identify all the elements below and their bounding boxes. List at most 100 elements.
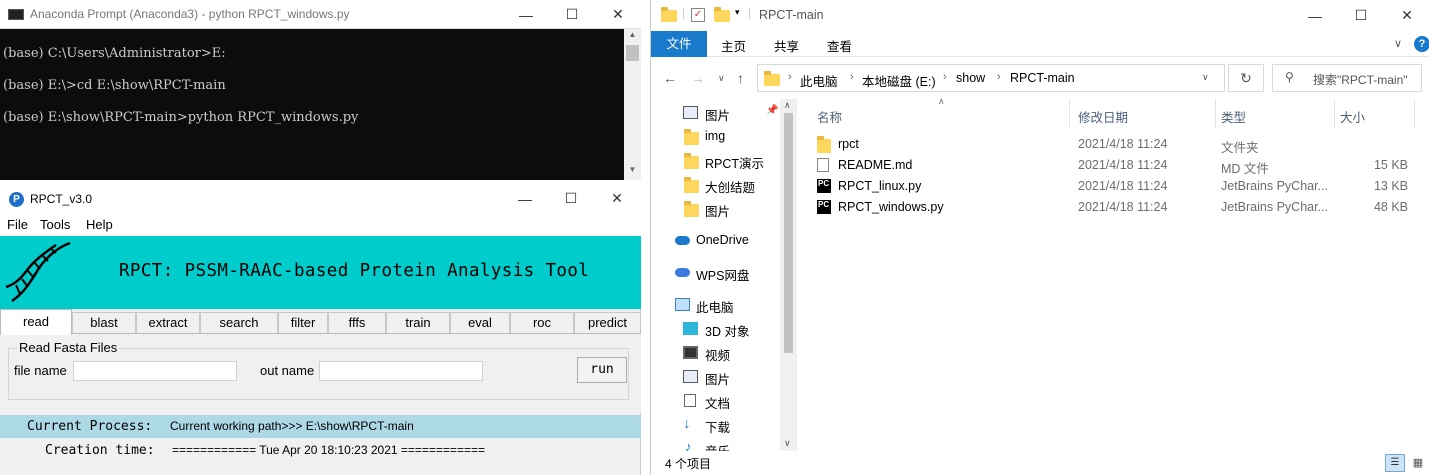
downloads-icon: ↓ (683, 415, 691, 432)
nav-item-img[interactable]: img (651, 126, 781, 148)
tab-eval[interactable]: eval (450, 312, 510, 334)
up-icon[interactable]: ↑ (737, 70, 744, 86)
minimize-button[interactable]: — (1292, 1, 1338, 30)
refresh-button[interactable]: ↻ (1228, 64, 1264, 92)
close-button[interactable]: ✕ (1384, 1, 1429, 30)
file-row[interactable]: PC RPCT_linux.py 2021/4/18 11:24 JetBrai… (817, 176, 1417, 197)
recent-locations-icon[interactable]: ∨ (718, 73, 725, 84)
pictures-icon (683, 370, 698, 383)
search-box[interactable]: ⚲ 搜索"RPCT-main" (1272, 64, 1422, 92)
tab-extract[interactable]: extract (136, 312, 200, 334)
nav-item-pictures-folder[interactable]: 图片 (651, 198, 781, 220)
nav-item-music[interactable]: ♪ 音乐 (651, 438, 781, 451)
rpct-titlebar[interactable]: P RPCT_v3.0 — ☐ ✕ (0, 184, 641, 214)
address-dropdown-icon[interactable]: ∨ (1202, 72, 1209, 83)
file-row[interactable]: README.md 2021/4/18 11:24 MD 文件 15 KB (817, 155, 1417, 176)
nav-item-3d-objects[interactable]: 3D 对象 (651, 318, 781, 340)
scroll-up-icon[interactable]: ▲ (624, 30, 641, 44)
tab-fffs[interactable]: fffs (328, 312, 386, 334)
nav-item-documents[interactable]: 文档 (651, 390, 781, 412)
nav-item-videos[interactable]: 视频 (651, 342, 781, 364)
nav-item-this-pc[interactable]: 此电脑 (651, 294, 781, 316)
folder-icon (661, 7, 677, 22)
scroll-up-icon[interactable]: ∧ (784, 100, 791, 111)
ribbon-tab-view[interactable]: 查看 (827, 36, 852, 55)
column-header-name[interactable]: 名称 (817, 107, 842, 126)
back-icon[interactable]: ← (663, 70, 677, 86)
tab-read[interactable]: read (0, 309, 72, 335)
console-titlebar[interactable]: Anaconda Prompt (Anaconda3) - python RPC… (0, 0, 641, 29)
menu-file[interactable]: File (7, 217, 28, 232)
nav-item-onedrive[interactable]: OneDrive (651, 230, 781, 252)
scroll-down-icon[interactable]: ▼ (624, 165, 641, 179)
console-scrollbar[interactable]: ▲ ▼ (624, 29, 641, 180)
tab-train[interactable]: train (386, 312, 450, 334)
file-name-input[interactable] (73, 361, 237, 381)
file-name: README.md (838, 158, 913, 172)
minimize-button[interactable]: — (503, 0, 549, 29)
breadcrumb-rpct-main[interactable]: RPCT-main (1010, 71, 1075, 85)
file-date: 2021/4/18 11:24 (1078, 137, 1168, 151)
nav-item-pictures-pinned[interactable]: 图片 📌 (651, 102, 781, 124)
nav-item-pictures[interactable]: 图片 (651, 366, 781, 388)
current-process-row: Current Process: Current working path>>>… (0, 415, 641, 438)
file-row[interactable]: PC RPCT_windows.py 2021/4/18 11:24 JetBr… (817, 197, 1417, 218)
file-row[interactable]: rpct 2021/4/18 11:24 文件夹 (817, 134, 1417, 155)
nav-item-project[interactable]: 大创结题 (651, 174, 781, 196)
scroll-thumb[interactable] (626, 45, 639, 61)
nav-item-rpct-demo[interactable]: RPCT演示 (651, 150, 781, 172)
maximize-button[interactable]: ☐ (548, 184, 594, 213)
ribbon-tab-home[interactable]: 主页 (721, 36, 746, 55)
menu-help[interactable]: Help (86, 217, 113, 232)
pycharm-file-icon: PC (817, 179, 831, 193)
file-name-label: file name (14, 363, 67, 378)
properties-icon[interactable]: ✓ (691, 8, 705, 22)
tab-roc[interactable]: roc (510, 312, 574, 334)
large-icons-view-icon[interactable]: ▦ (1409, 454, 1427, 472)
tab-predict[interactable]: predict (574, 312, 641, 334)
scroll-thumb[interactable] (784, 113, 793, 353)
scroll-down-icon[interactable]: ∨ (784, 438, 791, 449)
help-icon[interactable]: ? (1414, 36, 1429, 52)
banner-title: RPCT: PSSM-RAAC-based Protein Analysis T… (119, 261, 590, 281)
file-list: ∧ 名称 修改日期 类型 大小 rpct 2021/4/18 11:24 文件夹… (797, 96, 1429, 451)
explorer-titlebar[interactable]: | ✓ ▾ | RPCT-main — ☐ ✕ (651, 0, 1429, 31)
tab-blast[interactable]: blast (72, 312, 136, 334)
ribbon-tab-share[interactable]: 共享 (774, 36, 799, 55)
console-line: (base) E:\show\RPCT-main>python RPCT_win… (3, 110, 359, 125)
explorer-window: | ✓ ▾ | RPCT-main — ☐ ✕ 文件 主页 共享 查看 ∨ ? … (650, 0, 1429, 475)
ribbon-file-tab[interactable]: 文件 (651, 31, 707, 57)
close-button[interactable]: ✕ (594, 184, 640, 213)
address-bar[interactable]: › 此电脑 › 本地磁盘 (E:) › show › RPCT-main ∨ (757, 64, 1225, 92)
customize-qat-icon[interactable]: ▾ (735, 7, 740, 18)
file-type: JetBrains PyChar... (1221, 200, 1328, 214)
new-folder-icon[interactable] (714, 7, 730, 22)
breadcrumb-show[interactable]: show (956, 71, 985, 85)
tab-filter[interactable]: filter (278, 312, 328, 334)
column-header-size[interactable]: 大小 (1340, 107, 1365, 126)
sort-indicator-icon: ∧ (938, 96, 945, 106)
expand-ribbon-icon[interactable]: ∨ (1394, 37, 1402, 50)
column-header-date[interactable]: 修改日期 (1078, 107, 1128, 126)
run-button[interactable]: run (577, 357, 627, 383)
tab-search[interactable]: search (200, 312, 278, 334)
out-name-input[interactable] (319, 361, 483, 381)
column-header-type[interactable]: 类型 (1221, 107, 1246, 126)
search-icon: ⚲ (1285, 70, 1294, 84)
minimize-button[interactable]: — (502, 184, 548, 213)
nav-item-downloads[interactable]: ↓ 下载 (651, 414, 781, 436)
forward-icon[interactable]: → (691, 70, 705, 86)
nav-item-wps-cloud[interactable]: WPS网盘 (651, 262, 781, 284)
item-count: 4 个项目 (665, 457, 712, 471)
breadcrumb-drive-e[interactable]: 本地磁盘 (E:) (862, 71, 936, 90)
maximize-button[interactable]: ☐ (549, 0, 595, 29)
nav-item-label: 下载 (705, 421, 731, 435)
navigation-pane: 图片 📌 img RPCT演示 大创结题 图片 OneDrive WPS网盘 此… (651, 99, 797, 451)
menu-tools[interactable]: Tools (40, 217, 70, 232)
status-bar: 4 个项目 ☰ ▦ (651, 451, 1429, 475)
maximize-button[interactable]: ☐ (1338, 1, 1384, 30)
breadcrumb-this-pc[interactable]: 此电脑 (800, 71, 838, 90)
close-button[interactable]: ✕ (595, 0, 641, 29)
navigation-scrollbar[interactable]: ∧ ∨ (780, 99, 797, 451)
details-view-icon[interactable]: ☰ (1385, 454, 1405, 472)
